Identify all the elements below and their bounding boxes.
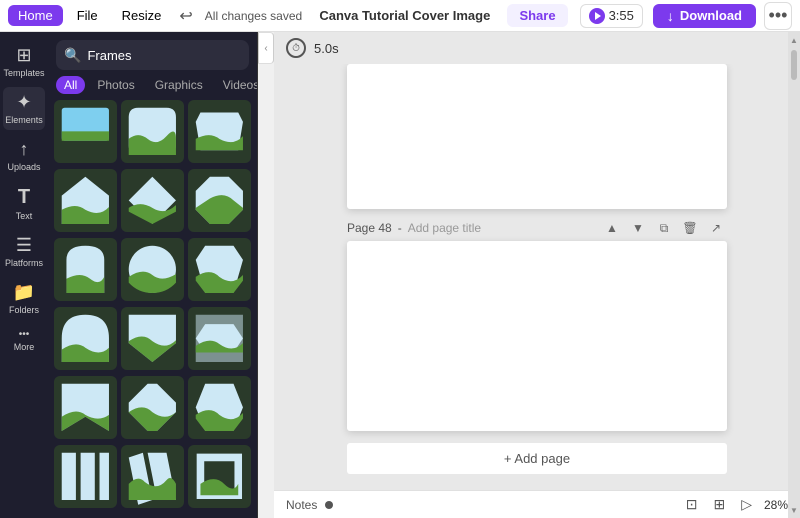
frame-thumb-14[interactable] bbox=[121, 376, 184, 439]
sidebar-item-text[interactable]: T Text bbox=[3, 181, 45, 226]
search-panel: 🔍 ✕ ⚙ All Photos Graphics Videos A... bbox=[48, 32, 258, 518]
sidebar-item-platforms[interactable]: ☰ Platforms bbox=[3, 230, 45, 273]
frame-thumb-9[interactable] bbox=[188, 238, 251, 301]
grid-view-icon[interactable]: ⊞ bbox=[709, 494, 729, 515]
scroll-down-button[interactable]: ▼ bbox=[788, 502, 800, 518]
frame-thumb-4[interactable] bbox=[54, 169, 117, 232]
canvas-page-47[interactable] bbox=[347, 64, 727, 209]
timer-value: 3:55 bbox=[609, 8, 634, 23]
sidebar-item-folders[interactable]: 📁 Folders bbox=[3, 277, 45, 320]
bottombar: Notes ⊡ ⊞ ▷ 28% bbox=[274, 490, 800, 518]
add-page-button[interactable]: + Add page bbox=[347, 443, 727, 474]
timer-display-value: 5.0s bbox=[314, 41, 339, 56]
saved-status: All changes saved bbox=[205, 9, 302, 23]
undo-icon[interactable]: ↩ bbox=[175, 4, 196, 28]
timer-icon: ⏱ bbox=[286, 38, 306, 58]
filter-tab-graphics[interactable]: Graphics bbox=[147, 76, 211, 94]
frame-thumb-5[interactable] bbox=[121, 169, 184, 232]
frame-thumb-7[interactable] bbox=[54, 238, 117, 301]
frame-thumb-3[interactable] bbox=[188, 100, 251, 163]
topbar: Home File Resize ↩ All changes saved Can… bbox=[0, 0, 800, 32]
share-button[interactable]: Share bbox=[507, 4, 567, 27]
notes-dot-icon bbox=[325, 501, 333, 509]
page-48-label-bar: Page 48 - Add page title ▲ ▼ ⧉ 🗑 ↗ bbox=[347, 217, 727, 239]
page-delete-icon[interactable]: 🗑 bbox=[679, 217, 701, 239]
icon-sidebar: ⊞ Templates ✦ Elements ↑ Uploads T Text … bbox=[0, 32, 48, 518]
filter-tabs: All Photos Graphics Videos A... bbox=[48, 76, 257, 100]
more-options-button[interactable]: ••• bbox=[764, 2, 792, 30]
frames-grid bbox=[48, 100, 257, 510]
page-copy-icon[interactable]: ⧉ bbox=[653, 217, 675, 239]
page-chevron-up-icon[interactable]: ▲ bbox=[601, 217, 623, 239]
timer-display[interactable]: 3:55 bbox=[580, 4, 643, 28]
page-48-number: Page 48 bbox=[347, 221, 392, 235]
page-48-title-placeholder[interactable]: Add page title bbox=[408, 221, 481, 235]
zoom-level: 28% bbox=[764, 498, 788, 512]
timer-bar: ⏱ 5.0s bbox=[274, 32, 800, 64]
filter-tab-photos[interactable]: Photos bbox=[89, 76, 142, 94]
frame-thumb-13[interactable] bbox=[54, 376, 117, 439]
search-icon: 🔍 bbox=[64, 47, 81, 64]
panel-collapse bbox=[48, 510, 257, 518]
frame-thumb-6[interactable] bbox=[188, 169, 251, 232]
frame-thumb-12[interactable] bbox=[188, 307, 251, 370]
frame-thumb-10[interactable] bbox=[54, 307, 117, 370]
scroll-up-button[interactable]: ▲ bbox=[788, 32, 800, 48]
page-48-container: Page 48 - Add page title ▲ ▼ ⧉ 🗑 ↗ bbox=[347, 217, 727, 431]
file-button[interactable]: File bbox=[67, 5, 108, 26]
canvas-area: ▲ ▼ ⏱ 5.0s Page 48 - Add page title ▲ bbox=[274, 32, 800, 518]
frame-thumb-8[interactable] bbox=[121, 238, 184, 301]
canvas-scrollbar[interactable]: ▲ ▼ bbox=[788, 32, 800, 518]
templates-icon: ⊞ bbox=[16, 45, 31, 66]
frame-thumb-1[interactable] bbox=[54, 100, 117, 163]
resize-button[interactable]: Resize bbox=[112, 5, 172, 26]
search-input[interactable] bbox=[87, 48, 263, 63]
sidebar-item-more[interactable]: ••• More bbox=[3, 324, 45, 357]
zoom-fit-icon[interactable]: ⊡ bbox=[682, 494, 702, 515]
notes-label[interactable]: Notes bbox=[286, 498, 317, 512]
sidebar-item-templates[interactable]: ⊞ Templates bbox=[3, 40, 45, 83]
panel-collapse-button[interactable]: ‹ bbox=[258, 32, 274, 64]
page-actions: ▲ ▼ ⧉ 🗑 ↗ bbox=[601, 217, 727, 239]
scroll-thumb[interactable] bbox=[791, 50, 797, 80]
document-title: Canva Tutorial Cover Image bbox=[319, 8, 490, 23]
sidebar-item-elements[interactable]: ✦ Elements bbox=[3, 87, 45, 130]
platforms-icon: ☰ bbox=[16, 235, 32, 256]
canvas-page-48[interactable] bbox=[347, 241, 727, 431]
page-expand-icon[interactable]: ↗ bbox=[705, 217, 727, 239]
filter-tab-all[interactable]: All bbox=[56, 76, 85, 94]
main-layout: ⊞ Templates ✦ Elements ↑ Uploads T Text … bbox=[0, 32, 800, 518]
filter-tab-videos[interactable]: Videos bbox=[215, 76, 257, 94]
search-bar: 🔍 ✕ ⚙ bbox=[56, 40, 249, 70]
frame-thumb-16[interactable] bbox=[54, 445, 117, 508]
canvas-scroll-area[interactable]: Page 48 - Add page title ▲ ▼ ⧉ 🗑 ↗ + Add… bbox=[274, 64, 800, 490]
frame-thumb-17[interactable] bbox=[121, 445, 184, 508]
uploads-icon: ↑ bbox=[20, 139, 29, 160]
page-47-container bbox=[347, 64, 727, 209]
folders-icon: 📁 bbox=[13, 282, 35, 303]
more-icon: ••• bbox=[19, 329, 30, 340]
frame-thumb-18[interactable] bbox=[188, 445, 251, 508]
present-icon[interactable]: ▷ bbox=[737, 494, 756, 515]
text-icon: T bbox=[18, 186, 30, 209]
page-chevron-down-icon[interactable]: ▼ bbox=[627, 217, 649, 239]
play-icon bbox=[589, 8, 605, 24]
download-button[interactable]: Download bbox=[653, 4, 756, 28]
frame-thumb-2[interactable] bbox=[121, 100, 184, 163]
home-button[interactable]: Home bbox=[8, 5, 63, 26]
frame-thumb-11[interactable] bbox=[121, 307, 184, 370]
dash-separator: - bbox=[398, 221, 402, 235]
sidebar-item-uploads[interactable]: ↑ Uploads bbox=[3, 134, 45, 177]
frame-thumb-15[interactable] bbox=[188, 376, 251, 439]
elements-icon: ✦ bbox=[16, 92, 31, 113]
